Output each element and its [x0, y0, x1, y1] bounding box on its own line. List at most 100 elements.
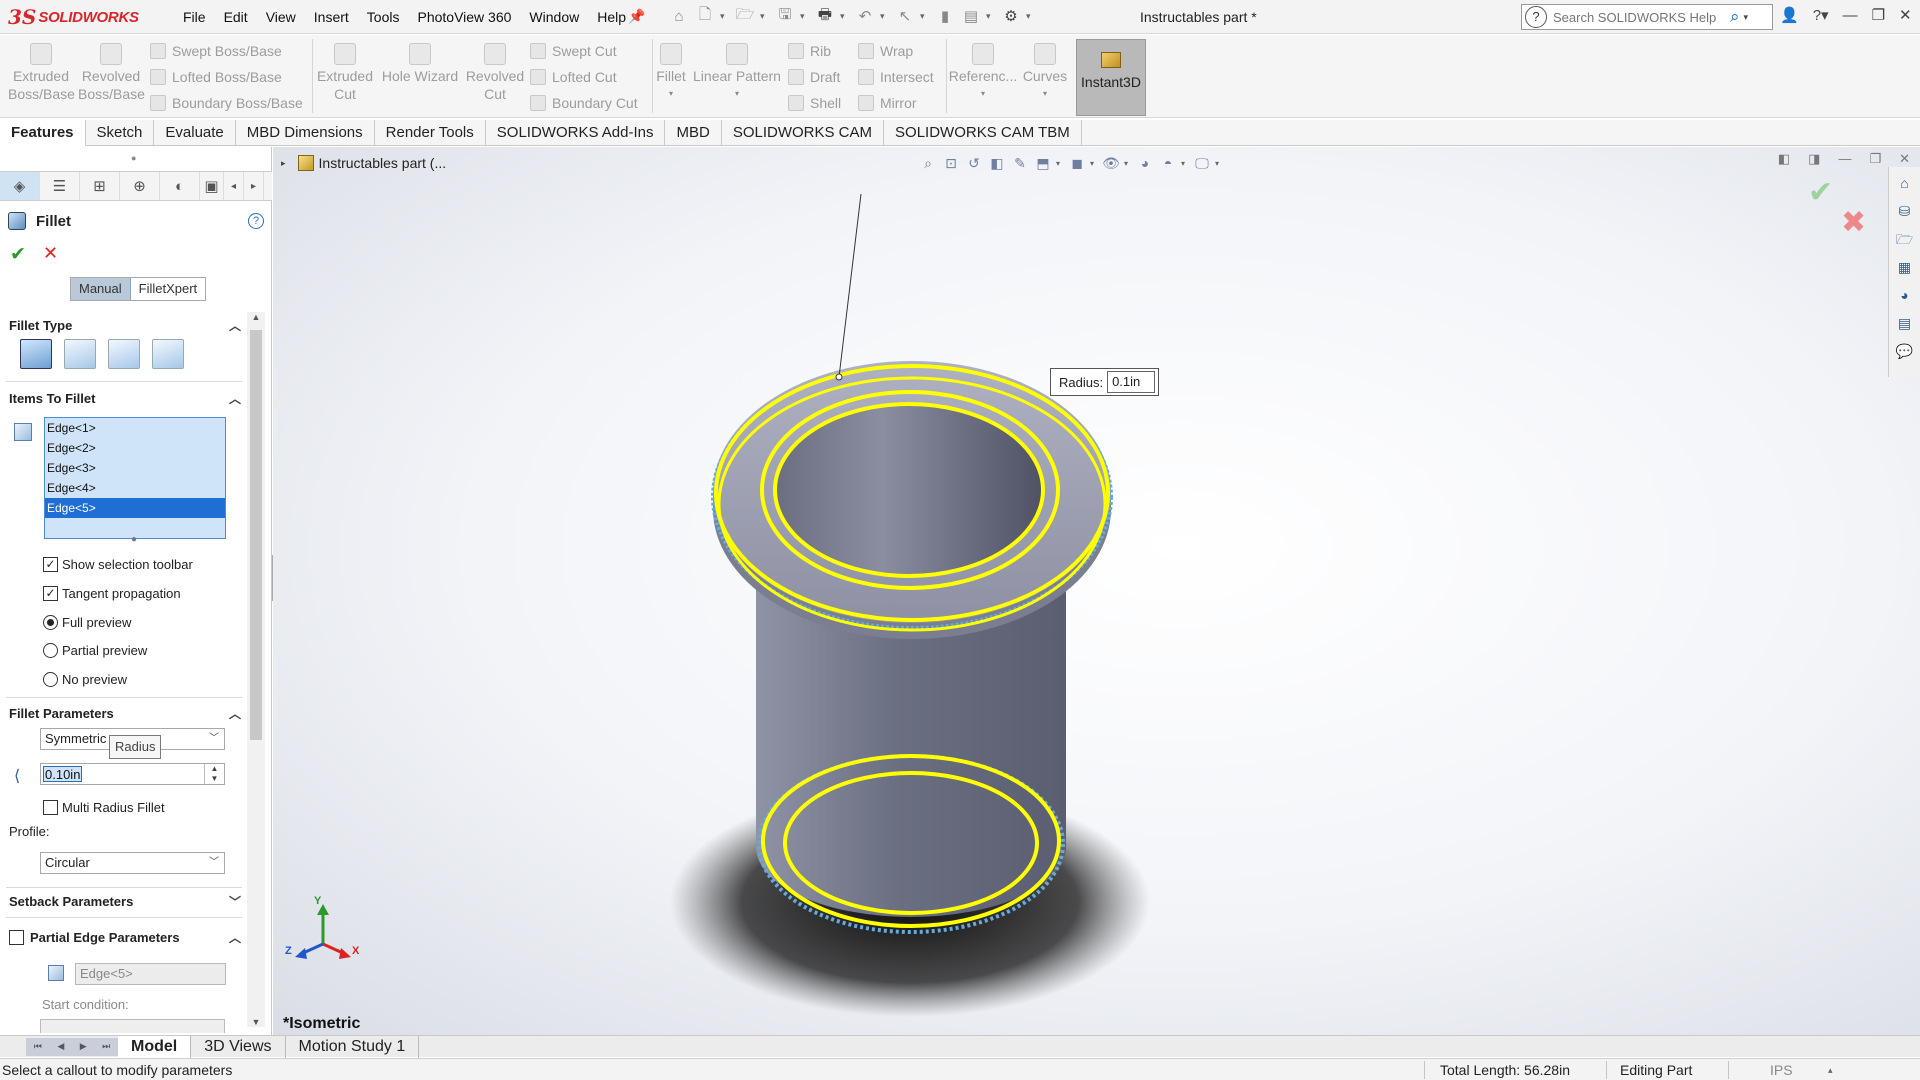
property-manager-scrollbar[interactable]: ▲ ▼: [247, 312, 265, 1027]
search-icon[interactable]: ⌕: [1730, 7, 1740, 27]
scroll-down-icon[interactable]: ▼: [247, 1017, 265, 1027]
no-preview-radio[interactable]: No preview: [43, 670, 127, 688]
fillet-dropdown-icon[interactable]: ▾: [654, 85, 688, 103]
setback-parameters-section[interactable]: Setback Parameters ﹀: [9, 891, 241, 911]
display-manager-icon[interactable]: ◐: [160, 172, 200, 200]
file-properties-dropdown-icon[interactable]: ▾: [986, 11, 996, 22]
shell-button[interactable]: Shell: [788, 92, 841, 114]
doc-restore-icon[interactable]: ❐: [1869, 151, 1881, 167]
previous-view-icon[interactable]: ↺: [964, 153, 984, 173]
tab-filletxpert[interactable]: FilletXpert: [131, 278, 206, 300]
show-selection-toolbar-checkbox[interactable]: ✓ Show selection toolbar: [43, 555, 193, 573]
radius-spinner-icon[interactable]: ▲ ▼: [204, 764, 224, 784]
tab-features[interactable]: Features: [0, 120, 86, 146]
view-settings-dropdown-icon[interactable]: ▾: [1215, 159, 1223, 168]
tab-mbd[interactable]: MBD: [665, 120, 722, 146]
options-gear-icon[interactable]: ⚙: [1000, 5, 1022, 27]
section-view-icon[interactable]: ◧: [987, 153, 1007, 173]
hole-wizard-button[interactable]: Hole Wizard: [378, 43, 462, 85]
swept-boss-button[interactable]: Swept Boss/Base: [150, 40, 282, 62]
file-properties-icon[interactable]: ▤: [960, 5, 982, 27]
open-folder-icon[interactable]: 🗁: [734, 5, 756, 27]
lofted-boss-button[interactable]: Lofted Boss/Base: [150, 66, 282, 88]
wrap-button[interactable]: Wrap: [858, 40, 913, 62]
options-dropdown-icon[interactable]: ▾: [1026, 11, 1036, 22]
unit-system[interactable]: IPS: [1770, 1062, 1793, 1078]
undo-icon[interactable]: ↶: [854, 5, 876, 27]
expand-chevron-icon[interactable]: ﹀: [229, 893, 241, 910]
scroll-left-icon[interactable]: ◂: [224, 172, 244, 200]
reference-geometry-button[interactable]: Referenc... ▾: [948, 43, 1018, 103]
graphics-area[interactable]: Y X Z ▸ Instructables part (... ⌕ ⊡ ↺ ◧ …: [273, 147, 1920, 1035]
expand-arrow-icon[interactable]: ▸: [281, 158, 286, 169]
undo-dropdown-icon[interactable]: ▾: [880, 11, 890, 22]
propertymanager-icon[interactable]: ☰: [40, 172, 80, 200]
ok-checkmark-icon[interactable]: ✔: [10, 243, 26, 266]
hide-show-items-icon[interactable]: 👁: [1101, 153, 1121, 173]
instant3d-button[interactable]: Instant3D: [1076, 39, 1146, 116]
collapse-chevron-icon[interactable]: ︿: [229, 929, 241, 946]
start-condition-select[interactable]: [40, 1019, 225, 1033]
fillet-button[interactable]: Fillet ▾: [654, 43, 688, 103]
radius-input[interactable]: 0.10in ▲ ▼: [40, 763, 225, 785]
confirmation-ok-icon[interactable]: ✔: [1808, 175, 1833, 210]
collapse-chevron-icon[interactable]: ︿: [229, 317, 241, 334]
intersect-button[interactable]: Intersect: [858, 66, 934, 88]
help-question-icon[interactable]: ?▾: [1813, 6, 1829, 24]
unit-system-dropdown-icon[interactable]: ▴: [1828, 1065, 1833, 1076]
tab-sketch[interactable]: Sketch: [86, 120, 155, 146]
search-dropdown-icon[interactable]: ▾: [1744, 12, 1749, 23]
face-fillet-icon[interactable]: [108, 339, 140, 369]
rebuild-icon[interactable]: ▮: [934, 5, 956, 27]
select-dropdown-icon[interactable]: ▾: [920, 11, 930, 22]
rib-button[interactable]: Rib: [788, 40, 831, 62]
menu-insert[interactable]: Insert: [305, 0, 358, 34]
menu-view[interactable]: View: [257, 0, 305, 34]
collapse-chevron-icon[interactable]: ︿: [229, 390, 241, 407]
scrollbar-thumb[interactable]: [250, 330, 262, 740]
partial-edge-parameters-section[interactable]: Partial Edge Parameters ︿: [9, 927, 241, 947]
list-item[interactable]: Edge<2>: [45, 438, 225, 458]
forum-icon[interactable]: 💬: [1895, 341, 1915, 361]
constant-size-fillet-icon[interactable]: [20, 339, 52, 369]
doc-close-icon[interactable]: ✕: [1899, 151, 1910, 167]
tab-evaluate[interactable]: Evaluate: [154, 120, 236, 146]
tile-left-icon[interactable]: ◧: [1778, 151, 1790, 167]
confirmation-cancel-icon[interactable]: ✖: [1841, 205, 1866, 240]
partial-edge-checkbox[interactable]: [9, 929, 24, 945]
tab-render-tools[interactable]: Render Tools: [375, 120, 486, 146]
menu-file[interactable]: File: [174, 0, 215, 34]
extruded-boss-button[interactable]: Extruded Boss/Base: [8, 43, 75, 103]
apply-scene-dropdown-icon[interactable]: ▾: [1181, 159, 1189, 168]
file-explorer-icon[interactable]: 🗁: [1895, 229, 1915, 249]
draft-button[interactable]: Draft: [788, 66, 840, 88]
extruded-cut-button[interactable]: Extruded Cut: [314, 43, 376, 103]
boundary-cut-button[interactable]: Boundary Cut: [530, 92, 638, 114]
search-input[interactable]: [1553, 9, 1728, 25]
configurationmanager-icon[interactable]: ⊞: [80, 172, 120, 200]
dynamic-annotation-icon[interactable]: ✎: [1010, 153, 1030, 173]
solidworks-resources-icon[interactable]: ⌂: [1895, 173, 1915, 193]
save-dropdown-icon[interactable]: ▾: [800, 11, 810, 22]
partial-preview-radio[interactable]: Partial preview: [43, 641, 147, 659]
radius-value[interactable]: 0.10in: [43, 766, 83, 782]
appearances-icon[interactable]: ◕: [1895, 285, 1915, 305]
edge-selection-list[interactable]: Edge<1> Edge<2> Edge<3> Edge<4> Edge<5> …: [44, 417, 226, 545]
user-icon[interactable]: 👤: [1780, 6, 1799, 24]
tab-solidworks-cam-tbm[interactable]: SOLIDWORKS CAM TBM: [884, 120, 1082, 146]
list-item[interactable]: Edge<4>: [45, 478, 225, 498]
new-dropdown-icon[interactable]: ▾: [720, 11, 730, 22]
prev-tab-icon[interactable]: ◀: [57, 1041, 64, 1052]
tab-3d-views[interactable]: 3D Views: [191, 1035, 286, 1058]
full-round-fillet-icon[interactable]: [152, 339, 184, 369]
view-settings-icon[interactable]: 🖵: [1192, 153, 1212, 173]
menu-photoview[interactable]: PhotoView 360: [408, 0, 520, 34]
design-library-icon[interactable]: ⛁: [1895, 201, 1915, 221]
tab-model[interactable]: Model: [118, 1035, 192, 1058]
radius-callout[interactable]: Radius: 0.1in: [1050, 368, 1160, 396]
tab-solidworks-addins[interactable]: SOLIDWORKS Add-Ins: [486, 120, 666, 146]
view-palette-icon[interactable]: ▦: [1895, 257, 1915, 277]
variable-size-fillet-icon[interactable]: [64, 339, 96, 369]
zoom-to-fit-icon[interactable]: ⌕: [918, 153, 938, 173]
full-preview-radio[interactable]: Full preview: [43, 613, 131, 631]
